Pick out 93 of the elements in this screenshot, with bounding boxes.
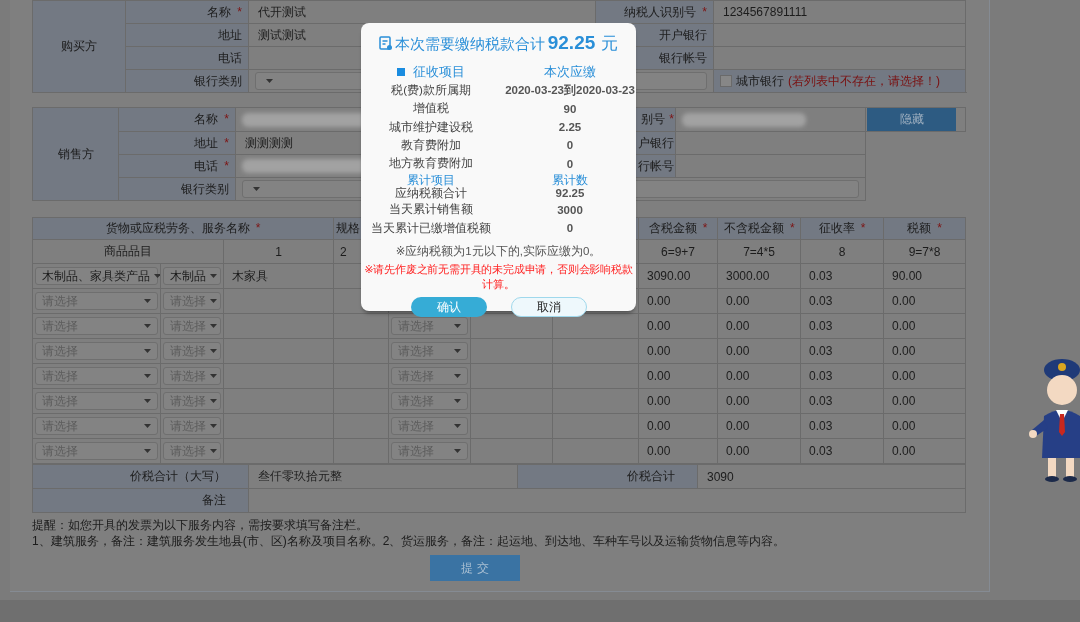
field-label: 备注 <box>202 493 226 507</box>
item-label: 增值税 <box>413 101 449 117</box>
table-cell: 0.03 <box>800 363 884 389</box>
item-amount: 3000 <box>557 203 583 216</box>
field-label: 银行类别 <box>194 73 242 88</box>
item-amount: 90 <box>563 102 577 115</box>
item-label: 当天累计已缴增值税额 <box>371 220 491 236</box>
field-label: 行帐号 <box>638 158 674 173</box>
table-cell: 0.03 <box>800 313 884 339</box>
table-cell: 90.00 <box>883 263 966 289</box>
field-label: 含税金额 <box>648 221 697 235</box>
table-cell: 0.00 <box>883 313 966 339</box>
field-label: 电话 <box>194 158 219 173</box>
table-cell: 0.00 <box>883 288 966 314</box>
required-mark: * <box>790 221 795 235</box>
currency-unit: 元 <box>601 33 619 55</box>
dialog-title: 本次需要缴纳税款合计 <box>394 35 545 54</box>
table-cell: 0.00 <box>717 413 801 439</box>
required-mark: * <box>224 112 229 126</box>
field-label: 地址 <box>194 135 219 150</box>
field-label: 别号 <box>641 112 666 126</box>
field-label: 纳税人识别号 <box>624 4 697 19</box>
field-label: 规格 <box>336 222 360 234</box>
field-label: 银行帐号 <box>659 50 707 65</box>
field-label: 户银行 <box>638 135 674 150</box>
field-label: 价税合计（大写） <box>130 469 226 483</box>
item-amount: 2.25 <box>558 121 582 134</box>
table-cell: 0.00 <box>883 413 966 439</box>
total-amount: 92.25 <box>547 32 596 54</box>
item-label: 应纳税额合计 <box>395 186 467 200</box>
item-label: 城市维护建设税 <box>389 119 473 135</box>
table-cell: 0.00 <box>717 313 801 339</box>
column-header: 征收项目 <box>413 63 465 82</box>
item-label: 当天累计销售额 <box>389 202 473 218</box>
required-mark: * <box>937 221 942 235</box>
warning-text: ※请先作废之前无需开具的未完成申请，否则会影响税款计算。 <box>363 262 634 293</box>
table-cell: 0.03 <box>800 263 884 289</box>
note-text: 提醒：如您开具的发票为以下服务内容，需按要求填写备注栏。 <box>32 517 369 533</box>
table-cell: 0.03 <box>800 388 884 414</box>
field-label: 开户银行 <box>659 27 707 42</box>
table-cell: 3000.00 <box>717 263 801 289</box>
field-value: 叁仟零玖拾元整 <box>257 469 342 483</box>
item-amount: 92.25 <box>555 186 585 200</box>
table-cell: 0.00 <box>717 438 801 464</box>
item-label: 教育费附加 <box>401 137 461 153</box>
field-label: 征收率 <box>818 221 855 235</box>
table-cell: 0.03 <box>800 338 884 364</box>
table-cell: 0.00 <box>883 388 966 414</box>
table-cell: 0.03 <box>800 438 884 464</box>
item-amount: 0 <box>566 139 574 152</box>
group-label: 购买方 <box>61 39 97 53</box>
section-header: 累计数 <box>552 173 588 187</box>
item-amount: 2020-03-23到2020-03-23 <box>505 82 635 98</box>
table-cell: 0.03 <box>800 288 884 314</box>
field-label: 电话 <box>218 50 242 65</box>
field-label: 货物或应税劳务、服务名称 <box>105 221 250 235</box>
item-amount: 0 <box>566 222 574 235</box>
column-header: 本次应缴 <box>544 63 596 82</box>
table-cell: 0.03 <box>800 413 884 439</box>
item-label: 税(费)款所属期 <box>391 82 471 98</box>
table-cell: 0.00 <box>883 363 966 389</box>
item-label: 地方教育费附加 <box>389 156 473 172</box>
required-mark: * <box>237 4 242 19</box>
required-mark: * <box>669 112 674 126</box>
field-value: 3090 <box>706 469 734 484</box>
table-cell: 0.00 <box>717 388 801 414</box>
table-cell: 0.00 <box>883 338 966 364</box>
section-header: 累计项目 <box>407 173 455 187</box>
field-label: 税额 <box>907 221 932 235</box>
field-label: 名称 <box>194 112 219 126</box>
required-mark: * <box>224 135 229 150</box>
required-mark: * <box>860 221 866 235</box>
group-label: 销售方 <box>57 146 94 161</box>
field-label: 银行类别 <box>181 181 229 196</box>
field-label: 价税合计 <box>627 469 675 483</box>
table-cell: 0.00 <box>717 338 801 364</box>
hint-text: (若列表中不存在，请选择！) <box>788 72 940 90</box>
note-text: 1、建筑服务，备注：建筑服务发生地县(市、区)名称及项目名称。2、货运服务，备注：起运地、到达地、车种车号以及运输货物信息等内容。 <box>32 533 787 549</box>
note-text: ※应纳税额为1元以下的,实际应缴为0。 <box>394 244 603 260</box>
table-cell: 商品品目 <box>32 239 224 264</box>
required-mark: * <box>255 221 261 235</box>
table-cell: 0.00 <box>883 438 966 464</box>
required-mark: * <box>224 158 229 173</box>
required-mark: * <box>702 4 707 19</box>
required-mark: * <box>702 221 708 235</box>
item-amount: 0 <box>566 157 574 170</box>
checkbox-label: 城市银行 <box>736 72 784 90</box>
table-cell: 0.00 <box>717 288 801 314</box>
table-cell: 0.00 <box>717 363 801 389</box>
field-label: 地址 <box>218 27 242 42</box>
field-label: 名称 <box>207 4 232 19</box>
table-cell: 1 <box>223 239 334 264</box>
field-label: 不含税金额 <box>724 221 784 235</box>
